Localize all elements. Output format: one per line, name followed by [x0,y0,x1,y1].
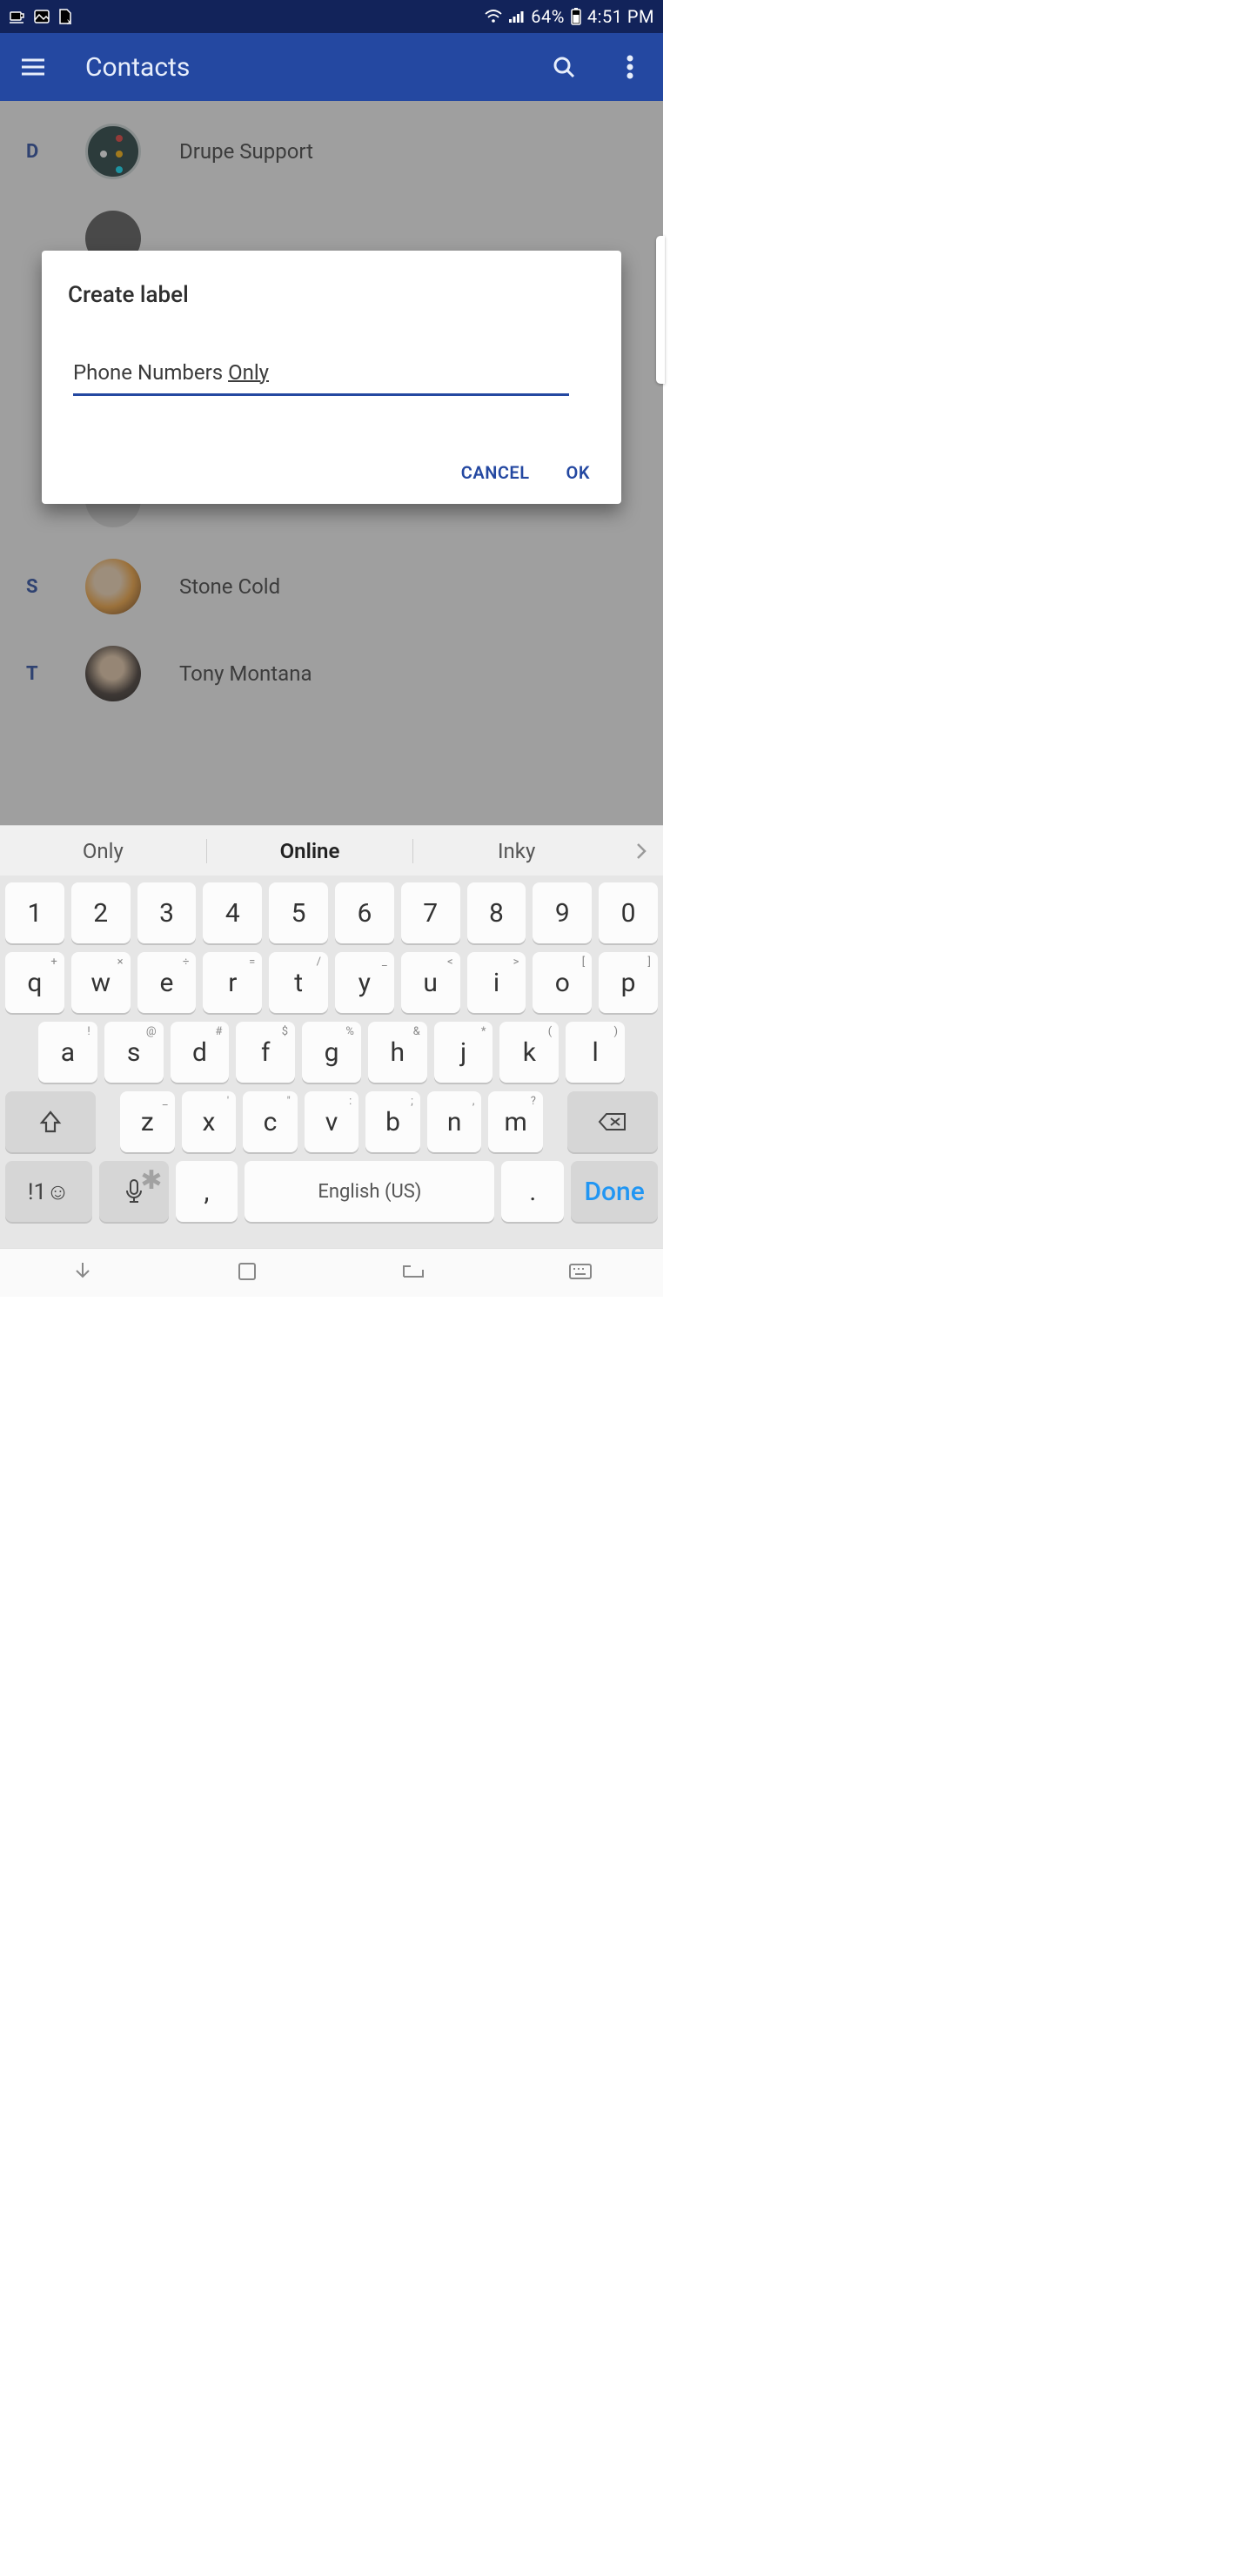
keyboard-suggestion-bar: Only Online Inky [0,825,663,875]
key-f[interactable]: f$ [236,1022,295,1083]
scrollbar-track[interactable] [656,236,665,384]
key-x[interactable]: x' [182,1091,237,1152]
key-6[interactable]: 6 [335,882,394,943]
soft-keyboard: 1234567890 q+w×e÷r=t/y_u<i>o[p] a!s@d#f$… [0,875,663,1248]
key-d[interactable]: d# [171,1022,230,1083]
key-m[interactable]: m? [488,1091,543,1152]
key-w[interactable]: w× [71,952,131,1013]
cancel-button[interactable]: CANCEL [461,462,530,483]
keyboard-hide-icon[interactable] [71,1260,94,1286]
battery-icon [570,7,582,26]
key-8[interactable]: 8 [467,882,526,943]
space-key[interactable]: English (US) [245,1161,494,1222]
key-c[interactable]: c" [243,1091,298,1152]
done-key[interactable]: Done [571,1161,658,1222]
wifi-icon [484,9,503,24]
suggestion[interactable]: Online [207,839,413,863]
battery-percent: 64% [531,6,565,27]
keyboard-switch-icon[interactable] [568,1262,593,1285]
key-r[interactable]: r= [203,952,262,1013]
key-h[interactable]: h& [368,1022,427,1083]
key-s[interactable]: s@ [104,1022,164,1083]
dialog-title: Create label [68,282,595,308]
key-o[interactable]: o[ [533,952,592,1013]
key-1[interactable]: 1 [5,882,64,943]
back-icon[interactable] [400,1261,426,1285]
key-3[interactable]: 3 [137,882,197,943]
key-e[interactable]: e÷ [137,952,197,1013]
ok-button[interactable]: OK [566,462,590,483]
backspace-key[interactable] [567,1091,658,1152]
hamburger-menu-icon[interactable] [16,50,50,84]
key-t[interactable]: t/ [269,952,328,1013]
key-p[interactable]: p] [599,952,658,1013]
more-suggestions-icon[interactable] [620,841,663,862]
overflow-menu-icon[interactable] [613,50,647,84]
search-icon[interactable] [546,50,581,84]
key-g[interactable]: g% [302,1022,361,1083]
comma-key[interactable]: , [176,1161,238,1222]
label-name-input[interactable]: Phone Numbers Only [73,357,569,396]
key-y[interactable]: y_ [335,952,394,1013]
coffee-icon [9,9,26,24]
key-4[interactable]: 4 [203,882,262,943]
key-b[interactable]: b; [365,1091,420,1152]
key-2[interactable]: 2 [71,882,131,943]
recents-icon[interactable] [236,1260,258,1286]
sim-error-icon: x [57,8,73,25]
key-v[interactable]: v: [305,1091,359,1152]
clock-time: 4:51 PM [587,6,654,27]
system-nav-bar [0,1248,663,1297]
shift-key[interactable] [5,1091,96,1152]
key-q[interactable]: q+ [5,952,64,1013]
gear-badge-icon: ✱ [140,1165,162,1196]
suggestion[interactable]: Only [0,839,206,863]
key-u[interactable]: u< [401,952,460,1013]
app-title: Contacts [85,52,520,83]
create-label-dialog: Create label Phone Numbers Only CANCEL O… [42,251,621,504]
key-j[interactable]: j* [434,1022,493,1083]
key-k[interactable]: k( [499,1022,559,1083]
key-n[interactable]: n, [427,1091,482,1152]
period-key[interactable]: . [501,1161,564,1222]
suggestion[interactable]: Inky [413,839,620,863]
signal-icon [508,9,526,24]
app-bar: Contacts [0,33,663,101]
key-9[interactable]: 9 [533,882,592,943]
key-0[interactable]: 0 [599,882,658,943]
image-icon [33,9,50,24]
voice-input-key[interactable]: ✱ [99,1161,169,1222]
key-a[interactable]: a! [38,1022,97,1083]
key-5[interactable]: 5 [269,882,328,943]
key-i[interactable]: i> [467,952,526,1013]
key-z[interactable]: z_ [120,1091,175,1152]
symbol-mode-key[interactable]: !1☺ [5,1161,92,1222]
key-l[interactable]: l) [566,1022,625,1083]
key-7[interactable]: 7 [401,882,460,943]
status-bar: x 64% 4:51 PM [0,0,663,33]
svg-text:x: x [67,17,72,25]
